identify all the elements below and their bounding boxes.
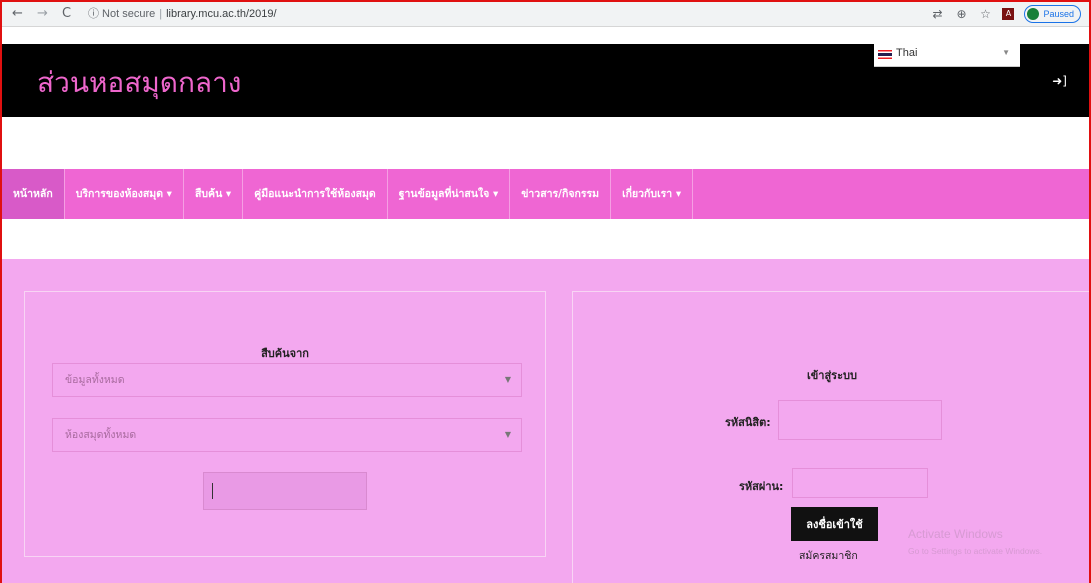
library-value: ห้องสมุดทั้งหมด (65, 429, 137, 441)
data-type-value: ข้อมูลทั้งหมด (65, 374, 125, 386)
address-bar[interactable]: ⓘ Not secure | library.mcu.ac.th/2019/ (88, 5, 908, 23)
search-input[interactable] (203, 472, 367, 510)
password-field[interactable] (792, 468, 928, 498)
activate-windows-subtitle: Go to Settings to activate Windows. (908, 546, 1043, 556)
back-button[interactable]: ← (12, 5, 23, 23)
password-label: รหัสผ่าน: (739, 480, 784, 493)
profile-status: Paused (1043, 9, 1074, 19)
search-panel: สืบค้นจาก ข้อมูลทั้งหมด ▼ ห้องสมุดทั้งหม… (24, 291, 546, 557)
language-selector[interactable]: Thai ▼ (874, 44, 1020, 67)
bookmark-star-icon[interactable]: ☆ (978, 7, 992, 21)
site-header: ส่วนหอสมุดกลาง Thai ▼ ➜] (2, 44, 1089, 117)
chevron-down-icon: ▼ (1002, 48, 1010, 57)
menu-item-search[interactable]: สืบค้น ▾ (184, 169, 244, 219)
url-separator: | (159, 8, 163, 20)
sign-in-icon[interactable]: ➜] (1052, 74, 1067, 88)
url-text: library.mcu.ac.th/2019/ (166, 8, 277, 20)
pdf-extension-icon[interactable]: A (1002, 8, 1015, 20)
forward-button[interactable]: → (37, 5, 48, 23)
site-title: ส่วนหอสมุดกลาง (37, 66, 242, 99)
thai-flag-icon (878, 50, 892, 59)
register-link[interactable]: สมัครสมาชิก (799, 547, 858, 564)
menu-item-databases[interactable]: ฐานข้อมูลที่น่าสนใจ ▾ (388, 169, 511, 219)
menu-item-home[interactable]: หน้าหลัก (2, 169, 65, 219)
language-label: Thai (896, 47, 918, 59)
search-heading: สืบค้นจาก (261, 347, 309, 360)
menu-item-news[interactable]: ข่าวสาร/กิจกรรม (510, 169, 612, 219)
browser-actions: ⇄ ⊕ ☆ A Paused (930, 4, 1081, 24)
menu-item-guide[interactable]: คู่มือแนะนำการใช้ห้องสมุด (243, 169, 388, 219)
main-menu: หน้าหลัก บริการของห้องสมุด ▾ สืบค้น ▾ คู… (2, 169, 1089, 219)
login-button[interactable]: ลงชื่อเข้าใช้ (791, 507, 878, 541)
login-heading: เข้าสู่ระบบ (807, 369, 857, 382)
chevron-down-icon: ▼ (504, 430, 511, 439)
profile-button[interactable]: Paused (1024, 5, 1081, 23)
activate-windows-title: Activate Windows (908, 527, 1003, 541)
security-indicator[interactable]: ⓘ Not secure (88, 8, 155, 20)
student-id-label: รหัสนิสิต: (725, 416, 771, 429)
text-cursor (212, 483, 213, 499)
data-type-select[interactable]: ข้อมูลทั้งหมด ▼ (52, 363, 522, 397)
menu-item-services[interactable]: บริการของห้องสมุด ▾ (65, 169, 184, 219)
avatar (1027, 8, 1040, 20)
reload-button[interactable]: C (62, 5, 71, 23)
translate-icon[interactable]: ⇄ (930, 7, 944, 21)
chevron-down-icon: ▼ (504, 375, 511, 384)
browser-toolbar: ← → C ⓘ Not secure | library.mcu.ac.th/201… (2, 2, 1089, 27)
student-id-field[interactable] (778, 400, 942, 440)
login-panel: เข้าสู่ระบบ รหัสนิสิต: รหัสผ่าน: ลงชื่อเ… (572, 291, 1089, 583)
library-select[interactable]: ห้องสมุดทั้งหมด ▼ (52, 418, 522, 452)
window-frame: ← → C ⓘ Not secure | library.mcu.ac.th/201… (0, 0, 1091, 583)
zoom-icon[interactable]: ⊕ (954, 7, 968, 21)
menu-item-about[interactable]: เกี่ยวกับเรา ▾ (611, 169, 694, 219)
